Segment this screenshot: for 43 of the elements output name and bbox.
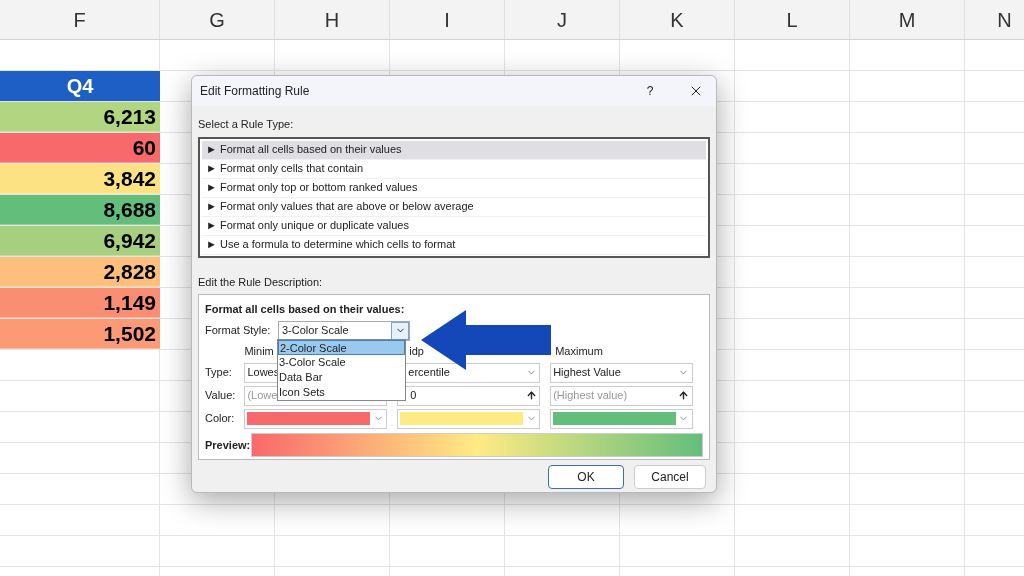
cancel-button[interactable]: Cancel: [634, 465, 706, 489]
field-label: Value:: [205, 388, 237, 404]
color-dropdown[interactable]: [550, 408, 693, 429]
value-field[interactable]: 0: [397, 385, 541, 406]
window-title: Edit Formatting Rule: [200, 83, 310, 100]
column-heading: idp: [409, 345, 424, 357]
table-cell: 8,688: [0, 195, 160, 225]
column-header[interactable]: K: [620, 0, 735, 39]
field-label: Type:: [205, 365, 233, 381]
column-header[interactable]: G: [160, 0, 275, 39]
column-header[interactable]: N: [965, 0, 1024, 39]
table-cell: Q4: [0, 71, 160, 101]
column-header[interactable]: H: [275, 0, 390, 39]
chevron-icon: [391, 321, 409, 340]
column-header[interactable]: L: [735, 0, 850, 39]
table-cell: 3,842: [0, 164, 160, 194]
field-label: Color:: [205, 411, 236, 427]
table-cell: 1,502: [0, 319, 160, 349]
column-heading: Maximum: [555, 345, 603, 357]
format-style-dropdown[interactable]: 3-Color Scale: [278, 320, 410, 341]
field-label: Format Style:: [205, 323, 272, 339]
field-label: Preview:: [205, 437, 251, 453]
table-cell: 6,213: [0, 102, 160, 132]
column-heading: Minim: [244, 345, 274, 357]
rule-type-list[interactable]: [198, 136, 710, 258]
color-dropdown[interactable]: [244, 408, 388, 429]
section-label: Select a Rule Type:: [198, 117, 295, 132]
section-label: Edit the Rule Description:: [198, 274, 324, 290]
table-cell: 2,828: [0, 257, 160, 287]
ok-button[interactable]: OK: [548, 465, 624, 489]
color-dropdown[interactable]: [397, 408, 541, 429]
type-dropdown[interactable]: Highest Value: [550, 362, 693, 383]
column-header[interactable]: I: [390, 0, 505, 39]
menu-item[interactable]: 2-Color Scale: [278, 340, 405, 355]
column-header[interactable]: M: [850, 0, 965, 39]
table-cell: 6,942: [0, 226, 160, 256]
help-button[interactable]: ?: [638, 82, 662, 100]
table-cell: 1,149: [0, 288, 160, 318]
column-header[interactable]: J: [505, 0, 620, 39]
column-header[interactable]: F: [0, 0, 160, 39]
table-cell: 60: [0, 133, 160, 163]
list-item[interactable]: ► Format all cells based on their values: [202, 140, 706, 160]
description-heading: Format all cells based on their values:: [205, 302, 406, 317]
